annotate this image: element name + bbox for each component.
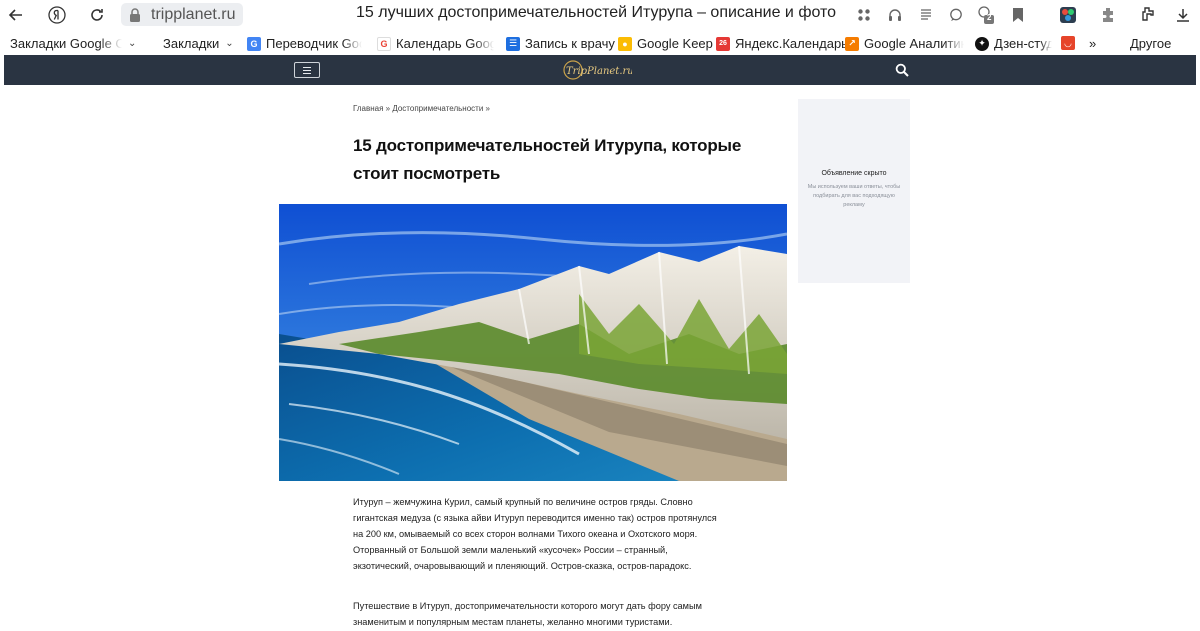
hero-image-coastline (279, 204, 787, 481)
article-paragraph: Итуруп – жемчужина Курил, самый крупный … (353, 497, 717, 571)
bookmark-zen[interactable]: ✦ Дзен-студия (975, 36, 1053, 51)
bookmark-label: Google Аналитика (864, 36, 964, 51)
bookmark-calendar[interactable]: G Календарь Google (377, 36, 495, 51)
google-icon: G (377, 36, 391, 51)
bookmark-analytics[interactable]: ↗ Google Аналитика (845, 36, 965, 51)
ad-text: Мы используем ваши ответы, чтобы подбира… (807, 184, 901, 208)
download-icon[interactable] (1172, 4, 1194, 26)
bookmarks-bar: Закладки Google Chrome ⌄ Закладки ⌄ G Пе… (0, 31, 1200, 55)
google-translate-icon: G (247, 36, 261, 51)
headphones-icon[interactable] (884, 4, 906, 26)
bookmark-translate[interactable]: G Переводчик Google (247, 36, 365, 51)
extension-puzzle-icon[interactable] (1097, 4, 1119, 26)
bookmark-google-chrome[interactable]: Закладки Google Chrome ⌄ (10, 36, 142, 51)
url-text: tripplanet.ru (151, 5, 236, 23)
bookmark-aliexpress[interactable]: ◡ (1061, 36, 1080, 50)
bookmark-label: Яндекс.Календарь (735, 36, 848, 51)
bookmark-label: Запись к врачу (525, 36, 615, 51)
breadcrumb[interactable]: Главная » Достопримечательности » (353, 104, 490, 113)
reload-icon[interactable] (86, 4, 108, 26)
bookmark-label: Google Keep (637, 36, 713, 51)
bookmarks-more-button[interactable]: » (1089, 36, 1096, 51)
bookmark-label: Переводчик Google (266, 36, 362, 51)
bookmark-label: Дзен-студия (994, 36, 1052, 51)
lock-icon (130, 7, 140, 22)
chevron-down-icon: ⌄ (128, 38, 137, 49)
hamburger-menu-icon[interactable] (294, 62, 320, 78)
extensions-menu-icon[interactable] (1137, 4, 1159, 26)
logo-text: TripPlanet.ru (566, 66, 632, 77)
zen-icon: ✦ (975, 36, 989, 51)
aliexpress-icon: ◡ (1061, 36, 1075, 50)
bookmark-keep[interactable]: ● Google Keep (618, 36, 713, 51)
yandex-calendar-icon: 26 (716, 36, 730, 51)
chevron-down-icon: ⌄ (225, 38, 234, 49)
site-header: TripPlanet.ru (4, 55, 1196, 85)
search-icon[interactable] (895, 63, 909, 77)
browser-toolbar: tripplanet.ru 15 лучших достопримечатель… (0, 0, 1200, 30)
bookmark-appointment[interactable]: ☰ Запись к врачу (506, 36, 615, 51)
bookmark-folder[interactable]: Закладки ⌄ (163, 36, 234, 51)
site-logo[interactable]: TripPlanet.ru (562, 59, 632, 81)
bookmark-label: Календарь Google (396, 36, 494, 51)
apps-grid-icon[interactable] (853, 4, 875, 26)
chat-icon[interactable] (945, 4, 967, 26)
bookmarks-other-folder[interactable]: Другое (1130, 36, 1171, 51)
bookmark-icon[interactable] (1007, 4, 1029, 26)
bookmark-label: Закладки Google Chrome (10, 36, 122, 51)
yandex-logo-icon[interactable] (46, 4, 68, 26)
ad-title: Объявление скрыто (821, 170, 887, 177)
article-paragraph: Путешествие в Итуруп, достопримечательно… (353, 601, 702, 627)
address-bar[interactable]: tripplanet.ru (121, 3, 243, 26)
notifications-icon[interactable]: 2 (975, 4, 997, 26)
keep-icon: ● (618, 36, 632, 51)
appointment-icon: ☰ (506, 36, 520, 51)
page-title: 15 лучших достопримечательностей Итурупа… (356, 4, 837, 21)
reader-mode-icon[interactable] (915, 4, 937, 26)
analytics-icon: ↗ (845, 36, 859, 51)
back-arrow-icon[interactable] (5, 4, 27, 26)
bookmark-label: Закладки (163, 36, 220, 51)
article-title: 15 достопримечательностей Итурупа, котор… (353, 136, 742, 183)
ad-placeholder[interactable]: Объявление скрыто Мы используем ваши отв… (798, 99, 910, 283)
extension-colorful-icon[interactable] (1057, 4, 1079, 26)
notifications-count: 2 (987, 13, 992, 22)
bookmark-yandex-calendar[interactable]: 26 Яндекс.Календарь (716, 36, 848, 51)
